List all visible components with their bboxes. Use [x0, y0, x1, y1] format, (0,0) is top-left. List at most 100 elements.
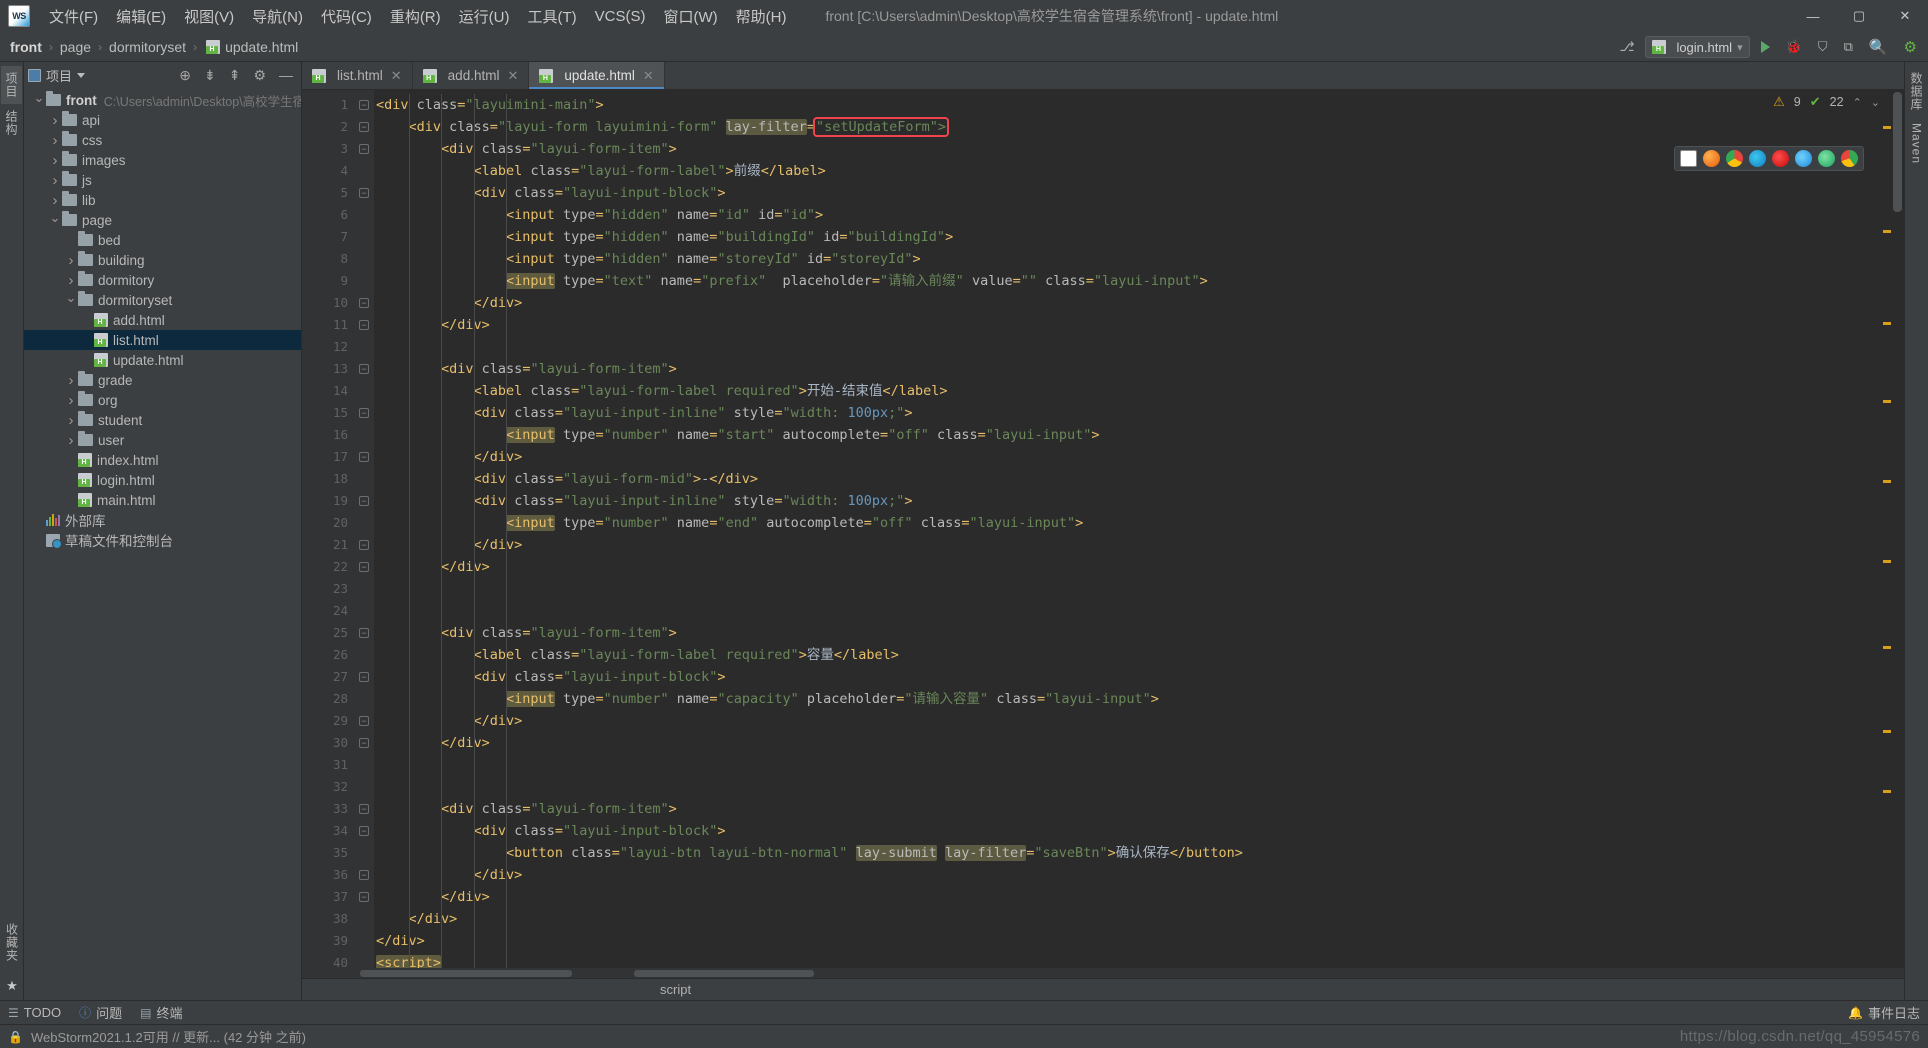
tool-tab-favorites[interactable]: 收藏夹 — [2, 917, 23, 968]
project-file-tree[interactable]: front C:\Users\admin\Desktop\高校学生宿舍管理系api… — [24, 88, 301, 1000]
tool-tab-maven[interactable]: Maven — [1908, 117, 1926, 170]
code-line[interactable]: <script> — [374, 952, 1904, 968]
safari-icon[interactable] — [1795, 150, 1812, 167]
fold-toggle-icon[interactable]: − — [359, 496, 369, 506]
gear-icon[interactable]: ⚙ — [1899, 36, 1922, 58]
code-line[interactable]: <div class="layui-form-item"> — [374, 622, 1904, 644]
code-line[interactable]: </div> — [374, 446, 1904, 468]
code-line[interactable]: <input type="hidden" name="buildingId" i… — [374, 226, 1904, 248]
tool-window-todo[interactable]: ☰ TODO — [8, 1005, 61, 1020]
tree-node-index.html[interactable]: index.html — [24, 450, 301, 470]
firefox-icon[interactable] — [1703, 150, 1720, 167]
ie-icon[interactable] — [1818, 150, 1835, 167]
code-line[interactable] — [374, 336, 1904, 358]
git-branch-icon[interactable]: ⎇ — [1614, 37, 1639, 57]
fold-toggle-icon[interactable]: − — [359, 188, 369, 198]
run-button[interactable] — [1756, 39, 1775, 55]
code-line[interactable]: </div> — [374, 292, 1904, 314]
breadcrumb-update-html[interactable]: update.html — [225, 39, 298, 55]
chevron-down-icon[interactable] — [32, 94, 46, 107]
chevron-right-icon[interactable] — [48, 193, 62, 208]
code-line[interactable]: </div> — [374, 908, 1904, 930]
tree-node-student[interactable]: student — [24, 410, 301, 430]
chrome-icon[interactable] — [1726, 150, 1743, 167]
code-line[interactable]: </div> — [374, 886, 1904, 908]
coverage-button[interactable]: ⛉ — [1813, 37, 1833, 57]
hide-icon[interactable]: — — [275, 67, 297, 83]
tree-node-main.html[interactable]: main.html — [24, 490, 301, 510]
menu-code[interactable]: 代码(C) — [312, 2, 381, 31]
gear-icon[interactable]: ⚙ — [249, 67, 270, 84]
breadcrumb-page[interactable]: page — [60, 39, 91, 55]
menu-file[interactable]: 文件(F) — [40, 2, 107, 31]
fold-toggle-icon[interactable]: − — [359, 144, 369, 154]
tree-node-add.html[interactable]: add.html — [24, 310, 301, 330]
code-content[interactable]: <div class="layuimini-main"> <div class=… — [374, 90, 1904, 968]
code-line[interactable]: <label class="layui-form-label required"… — [374, 380, 1904, 402]
chevron-right-icon[interactable] — [48, 133, 62, 148]
chrome-canary-icon[interactable] — [1841, 150, 1858, 167]
editor-horizontal-scrollbar[interactable] — [302, 968, 1904, 978]
chevron-down-icon[interactable] — [64, 294, 78, 307]
menu-refactor[interactable]: 重构(R) — [381, 2, 450, 31]
tree-node-building[interactable]: building — [24, 250, 301, 270]
debug-button[interactable]: 🐞 — [1781, 37, 1807, 57]
fold-toggle-icon[interactable]: − — [359, 364, 369, 374]
tree-node-list.html[interactable]: list.html — [24, 330, 301, 350]
fold-toggle-icon[interactable]: − — [359, 320, 369, 330]
fold-toggle-icon[interactable]: − — [359, 738, 369, 748]
code-line[interactable]: <div class="layui-input-inline" style="w… — [374, 490, 1904, 512]
code-line[interactable] — [374, 776, 1904, 798]
tree-node-org[interactable]: org — [24, 390, 301, 410]
code-line[interactable]: <div class="layui-form layuimini-form" l… — [374, 116, 1904, 138]
tree-node-外部库[interactable]: 外部库 — [24, 510, 301, 530]
editor-vertical-scrollbar[interactable] — [1891, 90, 1904, 968]
code-line[interactable]: <div class="layui-form-item"> — [374, 798, 1904, 820]
chevron-right-icon[interactable] — [64, 413, 78, 428]
code-line[interactable]: <input type="hidden" name="storeyId" id=… — [374, 248, 1904, 270]
tree-node-images[interactable]: images — [24, 150, 301, 170]
code-line[interactable]: <input type="number" name="start" autoco… — [374, 424, 1904, 446]
code-line[interactable]: </div> — [374, 710, 1904, 732]
menu-edit[interactable]: 编辑(E) — [107, 2, 175, 31]
fold-toggle-icon[interactable]: − — [359, 540, 369, 550]
tool-window-terminal[interactable]: ▤ 终端 — [140, 1003, 182, 1022]
fold-toggle-icon[interactable]: − — [359, 892, 369, 902]
edge-icon[interactable] — [1749, 150, 1766, 167]
tool-tab-project[interactable]: 项目 — [1, 66, 22, 104]
fold-toggle-icon[interactable]: − — [359, 562, 369, 572]
fold-toggle-icon[interactable]: − — [359, 716, 369, 726]
code-folding-column[interactable]: − − − − − − − − − − − − − − − − − − − − — [354, 90, 374, 968]
opera-icon[interactable] — [1772, 150, 1789, 167]
close-button[interactable]: ✕ — [1882, 0, 1928, 32]
code-line[interactable]: <input type="hidden" name="id" id="id"> — [374, 204, 1904, 226]
tree-node-update.html[interactable]: update.html — [24, 350, 301, 370]
menu-tools[interactable]: 工具(T) — [518, 2, 585, 31]
locate-icon[interactable]: ⊕ — [175, 67, 195, 84]
chevron-right-icon[interactable] — [64, 253, 78, 268]
code-line[interactable]: <div class="layui-input-inline" style="w… — [374, 402, 1904, 424]
fold-toggle-icon[interactable]: − — [359, 628, 369, 638]
tree-node-dormitory[interactable]: dormitory — [24, 270, 301, 290]
close-icon[interactable]: ✕ — [391, 68, 402, 84]
tree-node-page[interactable]: page — [24, 210, 301, 230]
menu-window[interactable]: 窗口(W) — [654, 2, 726, 31]
tree-node-api[interactable]: api — [24, 110, 301, 130]
code-line[interactable]: <div class="layui-form-mid">-</div> — [374, 468, 1904, 490]
browser-launcher-popup[interactable] — [1674, 146, 1864, 171]
code-line[interactable]: <input type="text" name="prefix" placeho… — [374, 270, 1904, 292]
code-line[interactable]: </div> — [374, 864, 1904, 886]
code-line[interactable]: <div class="layui-input-block"> — [374, 820, 1904, 842]
chevron-down-icon[interactable]: ⌄ — [1871, 96, 1880, 109]
editor-tab-update-html[interactable]: update.html ✕ — [529, 62, 665, 89]
fold-toggle-icon[interactable]: − — [359, 408, 369, 418]
tree-node-front[interactable]: front C:\Users\admin\Desktop\高校学生宿舍管理系 — [24, 90, 301, 110]
star-icon[interactable]: ★ — [6, 978, 18, 994]
code-line[interactable]: <div class="layui-input-block"> — [374, 666, 1904, 688]
code-line[interactable]: <input type="number" name="end" autocomp… — [374, 512, 1904, 534]
code-line[interactable] — [374, 754, 1904, 776]
code-line[interactable] — [374, 578, 1904, 600]
tree-node-user[interactable]: user — [24, 430, 301, 450]
inspection-widget[interactable]: ⚠ 9 ✔ 22 ⌃ ⌄ — [1773, 94, 1880, 110]
fold-toggle-icon[interactable]: − — [359, 100, 369, 110]
